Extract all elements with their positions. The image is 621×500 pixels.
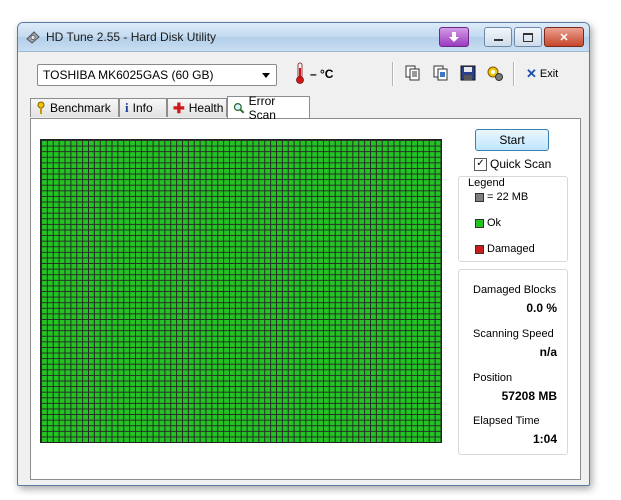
drive-select-value: TOSHIBA MK6025GAS (60 GB) [43,68,214,82]
legend-label: = 22 MB [487,191,529,203]
close-button[interactable]: ✕ [544,27,584,47]
exit-icon: ✕ [526,66,537,81]
scanning-speed-label: Scanning Speed [473,328,554,340]
tab-label: Benchmark [50,101,111,115]
download-arrow-icon [449,32,459,42]
scan-block-map [40,139,442,443]
legend-swatch-red [475,244,484,254]
copy-text-icon[interactable] [404,64,422,82]
checkbox-checked-icon: ✓ [474,157,487,171]
maximize-button[interactable] [514,27,542,47]
chevron-down-icon [262,73,270,78]
thermometer-icon [296,62,304,84]
elapsed-time-value: 1:04 [532,432,557,446]
temperature-readout: – °C [310,67,334,81]
copy-screenshot-icon[interactable] [432,64,450,82]
tab-health[interactable]: ✚ Health [167,98,227,117]
quick-scan-label: Quick Scan [490,157,552,171]
legend-item-ok: Ok [475,217,501,229]
toolbar-separator [392,62,394,86]
magnifier-icon [233,102,245,114]
position-value: 57208 MB [501,389,557,403]
error-scan-panel: Start ✓ Quick Scan Legend = 22 MB Ok Dam… [30,118,581,480]
legend-label: Damaged [487,243,535,255]
exit-button[interactable]: ✕ Exit [526,66,558,82]
legend-swatch-green [475,218,484,228]
tab-error-scan[interactable]: Error Scan [227,94,310,122]
toolbar: TOSHIBA MK6025GAS (60 GB) – °C ✕ Exit [18,52,589,96]
scanning-speed-value: n/a [539,345,557,359]
tab-label: Info [132,101,153,115]
legend-item-damaged: Damaged [475,243,535,255]
info-icon: i [125,100,129,115]
title-bar[interactable]: HD Tune 2.55 - Hard Disk Utility ✕ [18,23,589,52]
health-icon: ✚ [173,99,185,116]
save-icon[interactable] [459,64,477,82]
hd-tune-app-icon [26,31,40,44]
legend-label: Ok [487,217,502,229]
quick-scan-checkbox[interactable]: ✓ Quick Scan [474,157,551,171]
download-update-button[interactable] [439,27,469,47]
tab-benchmark[interactable]: Benchmark [30,98,119,117]
options-icon[interactable] [486,64,504,82]
elapsed-time-label: Elapsed Time [473,415,540,427]
legend-item-block-size: = 22 MB [475,191,528,203]
damaged-blocks-value: 0.0 % [526,301,557,315]
position-label: Position [473,372,513,384]
damaged-blocks-label: Damaged Blocks [473,284,557,296]
drive-select[interactable]: TOSHIBA MK6025GAS (60 GB) [37,64,277,86]
toolbar-separator [513,62,515,86]
benchmark-icon [37,101,45,114]
minimize-icon [493,39,503,41]
legend-group: Legend = 22 MB Ok Damaged [458,176,568,262]
tab-label: Error Scan [248,93,276,122]
tab-label: Health [188,101,224,115]
maximize-icon [523,32,533,42]
start-button[interactable]: Start [475,129,549,151]
window-title: HD Tune 2.55 - Hard Disk Utility [46,30,217,44]
exit-label: Exit [539,68,559,80]
app-window: HD Tune 2.55 - Hard Disk Utility ✕ TOSHI… [17,22,590,486]
minimize-button[interactable] [484,27,512,47]
legend-swatch-gray [475,192,484,202]
start-button-label: Start [499,133,525,147]
legend-title: Legend [468,177,505,189]
stats-group: Damaged Blocks 0.0 % Scanning Speed n/a … [458,269,568,455]
close-icon: ✕ [559,31,569,44]
tab-info[interactable]: i Info [119,98,167,117]
